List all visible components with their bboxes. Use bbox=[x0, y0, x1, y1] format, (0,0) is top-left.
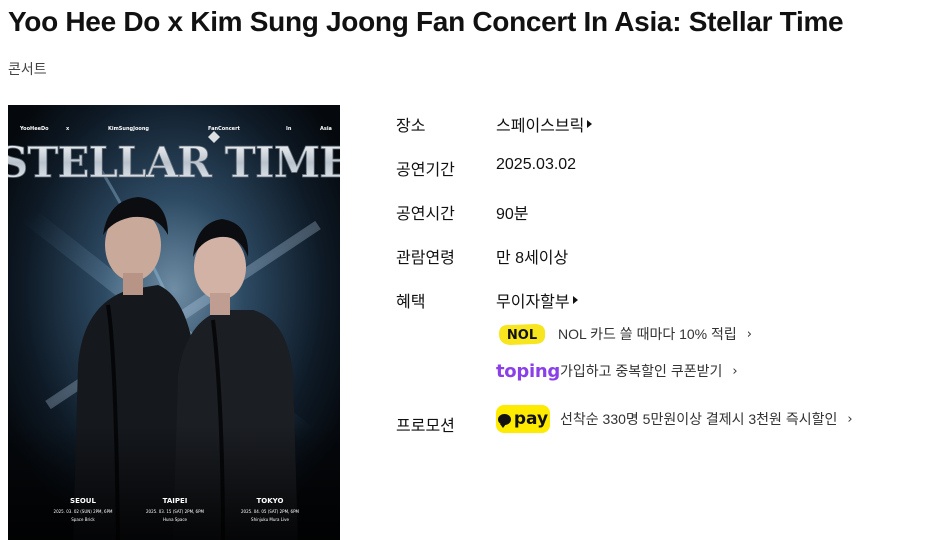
nol-card-benefit[interactable]: NOL NOL 카드 쓸 때마다 10% 적립 › bbox=[496, 320, 752, 348]
venue-label: 장소 bbox=[396, 118, 426, 135]
svg-text:TOKYO: TOKYO bbox=[257, 497, 284, 505]
runtime-value: 90분 bbox=[496, 206, 529, 223]
svg-text:In: In bbox=[286, 126, 292, 132]
benefit-link[interactable]: 무이자할부 bbox=[496, 288, 578, 312]
speech-bubble-icon bbox=[497, 413, 511, 428]
svg-text:YooHeeDo: YooHeeDo bbox=[19, 126, 49, 132]
svg-text:2025. 04. 05 (SAT) 2PM, 6PM: 2025. 04. 05 (SAT) 2PM, 6PM bbox=[241, 509, 300, 514]
nol-logo: NOL bbox=[499, 324, 546, 345]
period-value: 2025.03.02 bbox=[496, 156, 577, 173]
svg-text:Huna Space: Huna Space bbox=[163, 517, 188, 522]
svg-text:2025. 03. 15 (SAT) 2PM, 6PM: 2025. 03. 15 (SAT) 2PM, 6PM bbox=[146, 509, 205, 514]
chevron-right-icon[interactable]: › bbox=[747, 327, 752, 342]
age-label: 관람연령 bbox=[396, 250, 455, 267]
toping-benefit[interactable]: toping 가입하고 중복할인 쿠폰받기 › bbox=[496, 357, 738, 385]
poster-logo: STELLAR TIME bbox=[8, 138, 340, 187]
caret-right-icon[interactable] bbox=[587, 120, 593, 128]
period-row: 공연기간 2025.03.02 bbox=[396, 150, 936, 184]
kakaopay-promotion[interactable]: pay 선착순 330명 5만원이상 결제시 3천원 즉시할인 › bbox=[496, 405, 853, 433]
svg-text:Shinjuku Mura Live: Shinjuku Mura Live bbox=[251, 517, 289, 522]
nol-benefit-text[interactable]: NOL 카드 쓸 때마다 10% 적립 bbox=[558, 324, 737, 344]
svg-text:FanConcert: FanConcert bbox=[208, 126, 241, 132]
svg-text:Asia: Asia bbox=[320, 126, 332, 132]
toping-logo: toping bbox=[496, 360, 560, 382]
runtime-label: 공연시간 bbox=[396, 206, 455, 223]
svg-text:NOL: NOL bbox=[507, 328, 537, 343]
age-row: 관람연령 만 8세이상 bbox=[396, 238, 936, 272]
venue-link[interactable]: 스페이스브릭 bbox=[496, 112, 593, 136]
page-title: Yoo Hee Do x Kim Sung Joong Fan Concert … bbox=[8, 6, 844, 37]
toping-benefit-text[interactable]: 가입하고 중복할인 쿠폰받기 bbox=[560, 361, 722, 381]
venue-row: 장소 스페이스브릭 bbox=[396, 106, 936, 140]
svg-text:2025. 03. 02 (SUN) 2PM, 6PM: 2025. 03. 02 (SUN) 2PM, 6PM bbox=[54, 509, 113, 514]
kakaopay-logo: pay bbox=[496, 405, 550, 433]
chevron-right-icon[interactable]: › bbox=[732, 364, 737, 379]
poster-cities: SEOUL 2025. 03. 02 (SUN) 2PM, 6PM Space … bbox=[54, 497, 300, 522]
benefit-row: 혜택 무이자할부 bbox=[396, 282, 936, 316]
promotion-text[interactable]: 선착순 330명 5만원이상 결제시 3천원 즉시할인 bbox=[560, 409, 837, 429]
svg-text:KimSungJoong: KimSungJoong bbox=[108, 126, 149, 132]
age-value: 만 8세이상 bbox=[496, 250, 569, 267]
promotion-label: 프로모션 bbox=[396, 418, 455, 435]
period-label: 공연기간 bbox=[396, 162, 455, 179]
svg-text:Space Brick: Space Brick bbox=[71, 517, 95, 522]
benefit-label: 혜택 bbox=[396, 294, 426, 311]
venue-value[interactable]: 스페이스브릭 bbox=[496, 112, 584, 136]
svg-text:TAIPEI: TAIPEI bbox=[163, 497, 188, 505]
benefit-value[interactable]: 무이자할부 bbox=[496, 288, 570, 312]
category-label: 콘서트 bbox=[8, 61, 47, 77]
chevron-right-icon[interactable]: › bbox=[847, 412, 852, 427]
runtime-row: 공연시간 90분 bbox=[396, 194, 936, 228]
poster-image: YooHeeDo x KimSungJoong FanConcert In As… bbox=[8, 105, 340, 540]
svg-text:SEOUL: SEOUL bbox=[70, 497, 96, 505]
caret-right-icon[interactable] bbox=[572, 296, 578, 304]
